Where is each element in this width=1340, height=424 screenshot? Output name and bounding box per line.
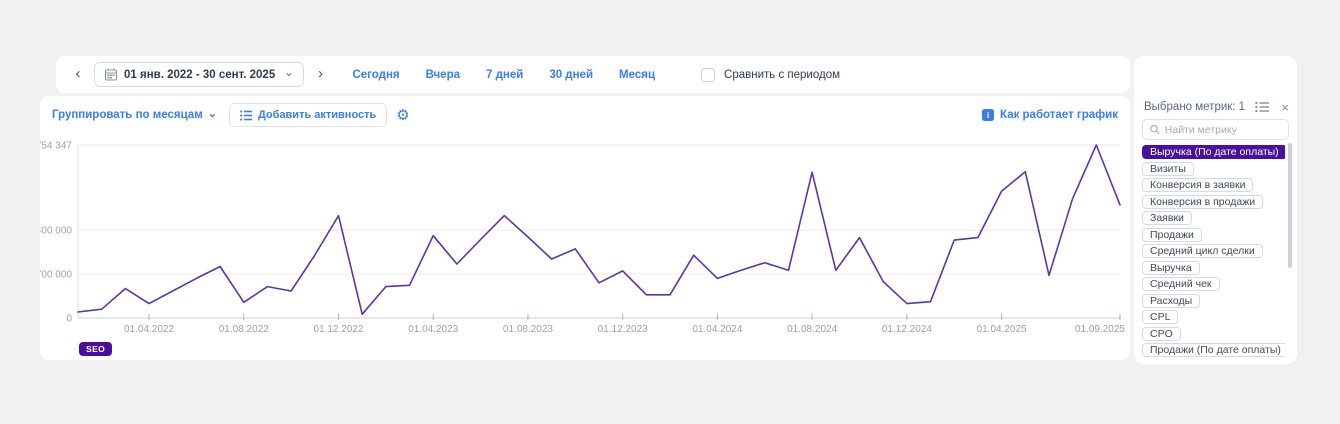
x-axis-label: 01.12.2022 — [313, 324, 363, 335]
next-period-button[interactable]: › — [310, 63, 330, 87]
analytics-dashboard: ‹ 01 янв. 2022 - 30 сент. 2025 ⌄ › Сегод… — [0, 0, 1340, 424]
metric-search — [1142, 119, 1289, 140]
calendar-icon — [105, 68, 117, 81]
metric-chip[interactable]: Продажи (По дате оплаты) — [1142, 343, 1285, 357]
quick-range-link[interactable]: Месяц — [619, 69, 655, 81]
metrics-list: Выручка (По дате оплаты) Визиты Конверсия … — [1142, 145, 1285, 359]
metric-chip-selected[interactable]: Выручка (По дате оплаты) — [1142, 145, 1285, 159]
metric-search-input[interactable] — [1165, 124, 1281, 136]
metrics-panel-header: Выбрано метрик: 1 × — [1144, 98, 1289, 116]
quick-range-link[interactable]: 7 дней — [486, 69, 523, 81]
chevron-down-icon: ⌄ — [284, 66, 293, 79]
metric-chip[interactable]: Средний цикл сделки — [1142, 244, 1263, 258]
x-axis-label: 01.04.2024 — [692, 324, 742, 335]
x-axis-label: 01.08.2022 — [219, 324, 269, 335]
metric-chip[interactable]: Визиты — [1142, 162, 1194, 176]
chart-panel: Группировать по месяцам ⌄ Добавить актив… — [40, 96, 1130, 360]
date-toolbar: ‹ 01 янв. 2022 - 30 сент. 2025 ⌄ › Сегод… — [56, 56, 1130, 93]
quick-range-link[interactable]: 30 дней — [549, 69, 593, 81]
date-range-picker[interactable]: 01 янв. 2022 - 30 сент. 2025 ⌄ — [94, 62, 304, 87]
compare-checkbox[interactable] — [701, 68, 715, 82]
x-axis-label: 01.04.2022 — [124, 324, 174, 335]
metrics-panel: Выбрано метрик: 1 × Выручка (По дате опл… — [1134, 56, 1297, 364]
x-axis-label: 01.12.2023 — [598, 324, 648, 335]
scrollbar-thumb[interactable] — [1288, 143, 1292, 268]
search-icon — [1150, 124, 1160, 135]
selected-metrics-count: Выбрано метрик: 1 — [1144, 101, 1245, 113]
x-axis-label: 01.12.2024 — [882, 324, 932, 335]
compare-label: Сравнить с периодом — [724, 69, 840, 81]
compare-with-period: Сравнить с периодом — [701, 68, 840, 82]
metric-chip[interactable]: Расходы — [1142, 294, 1200, 308]
x-axis-label: 01.04.2025 — [977, 324, 1027, 335]
metric-chip[interactable]: Конверсия в заявки — [1142, 178, 1253, 192]
y-axis-label: 2 754 347 — [40, 141, 72, 152]
metric-chip[interactable]: Заявки — [1142, 211, 1192, 225]
y-axis-label: 700 000 — [40, 270, 72, 281]
metric-chip[interactable]: Продажи — [1142, 228, 1202, 242]
line-chart[interactable]: 0 700 000 1 400 000 2 754 347 01.04.2022 01.0… — [40, 96, 1130, 360]
series-legend-badge[interactable]: SEO — [79, 342, 112, 356]
date-range-label: 01 янв. 2022 - 30 сент. 2025 — [124, 69, 275, 81]
quick-range-link[interactable]: Вчера — [426, 69, 460, 81]
y-axis-label: 1 400 000 — [40, 226, 72, 237]
prev-period-button[interactable]: ‹ — [68, 63, 88, 87]
metric-chip[interactable]: CPO — [1142, 327, 1181, 341]
metrics-list-icon[interactable] — [1255, 101, 1269, 113]
metric-chip[interactable]: Выручка — [1142, 261, 1200, 275]
x-axis-label: 01.08.2023 — [503, 324, 553, 335]
close-icon[interactable]: × — [1281, 101, 1289, 114]
x-axis-label: 01.04.2023 — [408, 324, 458, 335]
quick-range-link[interactable]: Сегодня — [352, 69, 399, 81]
x-axis-label: 01.09.2025 — [1075, 324, 1125, 335]
y-axis-label: 0 — [66, 314, 72, 325]
metric-chip[interactable]: Средний чек — [1142, 277, 1220, 291]
quick-range-links: Сегодня Вчера 7 дней 30 дней Месяц — [352, 69, 655, 81]
x-axis-label: 01.08.2024 — [787, 324, 837, 335]
metric-chip[interactable]: Конверсия в продажи — [1142, 195, 1263, 209]
metric-chip[interactable]: CPL — [1142, 310, 1178, 324]
